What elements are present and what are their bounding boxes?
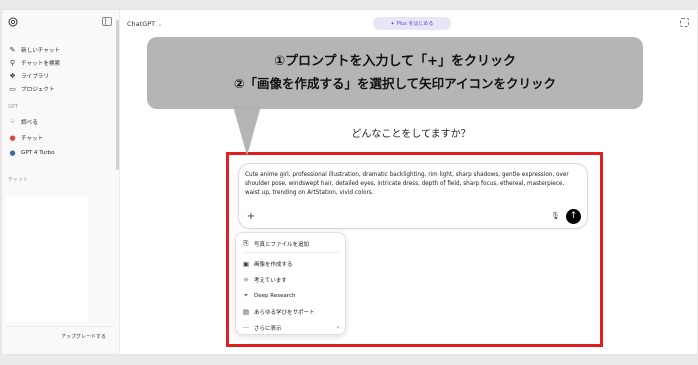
sidebar: ✎ 新しいチャット ⚲ チャットを検索 ❖ ライブラリ ▭ プロジェクト GPT…	[2, 10, 120, 354]
chevron-down-icon: ⌄	[157, 20, 163, 28]
sidebar-section-chats: チャット	[8, 177, 28, 183]
callout-line-1: ①プロンプトを入力して「+」をクリック	[273, 54, 517, 69]
telescope-icon: ⌖	[244, 291, 248, 299]
upgrade-button[interactable]: アップグレードする	[6, 326, 114, 346]
sidebar-item-explore[interactable]: ⁘ 調べる	[8, 116, 38, 128]
plus-label: Plus をはじめる	[396, 21, 434, 27]
menu-item-add-files[interactable]: ⎘ 写真とファイルを追加	[242, 237, 341, 250]
sidebar-item-label: チャットを検索	[21, 61, 61, 67]
sidebar-item-chat-gpt[interactable]: ● チャット	[8, 132, 43, 144]
sidebar-top	[8, 16, 114, 30]
menu-item-create-image[interactable]: ▣ 画像を作成する	[242, 257, 341, 270]
callout-pointer	[233, 106, 261, 156]
sidebar-item-label: 調べる	[21, 120, 38, 126]
app-window: ✎ 新しいチャット ⚲ チャットを検索 ❖ ライブラリ ▭ プロジェクト GPT…	[1, 9, 697, 355]
sidebar-section-gpt: GPT	[8, 104, 18, 110]
library-icon: ❖	[9, 72, 16, 80]
gpt-avatar-icon: ●	[9, 134, 16, 142]
prompt-input[interactable]: Cute anime girl, professional illustrati…	[245, 171, 577, 198]
chevron-right-icon: ›	[336, 324, 339, 331]
menu-item-label: 考えています	[254, 277, 287, 284]
edit-icon: ✎	[9, 46, 16, 54]
sidebar-item-label: プロジェクト	[21, 87, 55, 93]
greeting-heading: どんなことをしてますか？	[351, 129, 471, 140]
chat-history-list	[6, 196, 88, 322]
sidebar-item-label: チャット	[21, 136, 44, 142]
more-icon: ···	[242, 323, 250, 332]
composer-tools-menu: ⎘ 写真とファイルを追加 ▣ 画像を作成する ☼ 考えています ⌖ Deep R…	[235, 232, 346, 335]
menu-item-thinking[interactable]: ☼ 考えています	[242, 273, 341, 286]
folder-icon: ▭	[9, 85, 16, 93]
menu-item-label: あらゆる学びをサポート	[254, 309, 315, 316]
instruction-callout: ①プロンプトを入力して「+」をクリック ②「画像を作成する」を選択して矢印アイコ…	[147, 37, 643, 109]
mic-icon[interactable]: 🎙	[551, 212, 560, 222]
search-icon: ⚲	[9, 59, 16, 67]
menu-item-deep-research[interactable]: ⌖ Deep Research	[242, 289, 341, 302]
grid-icon: ⁘	[9, 118, 16, 126]
menu-item-label: Deep Research	[254, 292, 296, 299]
book-icon: ▤	[242, 307, 250, 316]
prompt-composer[interactable]: Cute anime girl, professional illustrati…	[238, 163, 588, 229]
gpt4-avatar-icon: ●	[9, 149, 16, 157]
upgrade-label: アップグレードする	[60, 334, 106, 340]
image-icon: ▣	[242, 259, 250, 268]
lightbulb-icon: ☼	[243, 275, 249, 284]
sidebar-item-new-chat[interactable]: ✎ 新しいチャット	[8, 44, 61, 56]
sidebar-item-library[interactable]: ❖ ライブラリ	[8, 70, 49, 82]
sidebar-item-gpt4-turbo[interactable]: ● GPT 4 Turbo	[8, 147, 55, 159]
sidebar-item-search[interactable]: ⚲ チャットを検索	[8, 57, 60, 69]
model-selector[interactable]: ChatGPT ⌄	[127, 20, 163, 28]
paperclip-icon: ⎘	[243, 239, 249, 247]
menu-item-label: 画像を作成する	[254, 261, 293, 268]
sidebar-toggle-icon[interactable]	[102, 17, 112, 26]
sidebar-item-label: 新しいチャット	[21, 48, 61, 54]
openai-logo-icon[interactable]	[8, 17, 18, 27]
sidebar-item-label: ライブラリ	[21, 74, 49, 80]
model-name: ChatGPT	[127, 20, 156, 28]
menu-item-study[interactable]: ▤ あらゆる学びをサポート	[242, 305, 341, 318]
add-button[interactable]: +	[245, 211, 257, 223]
menu-divider	[244, 252, 339, 253]
get-plus-button[interactable]: ✦ Plus をはじめる	[373, 17, 451, 30]
callout-line-2: ②「画像を作成する」を選択して矢印アイコンをクリック	[233, 76, 557, 91]
menu-item-more[interactable]: ··· さらに表示 ›	[242, 321, 341, 334]
main-panel: ChatGPT ⌄ ✦ Plus をはじめる どんなことをしてますか？ Cute…	[121, 10, 697, 354]
menu-item-label: 写真とファイルを追加	[254, 241, 310, 248]
menu-item-label: さらに表示	[254, 325, 282, 332]
arrow-up-icon: ↑	[569, 211, 578, 221]
sidebar-item-label: GPT 4 Turbo	[21, 150, 55, 156]
sparkle-icon: ✦	[390, 20, 395, 27]
send-button[interactable]: ↑	[566, 209, 581, 224]
temporary-chat-icon[interactable]	[680, 18, 689, 27]
sidebar-scrollbar[interactable]	[116, 20, 119, 170]
sidebar-item-projects[interactable]: ▭ プロジェクト	[8, 83, 55, 95]
